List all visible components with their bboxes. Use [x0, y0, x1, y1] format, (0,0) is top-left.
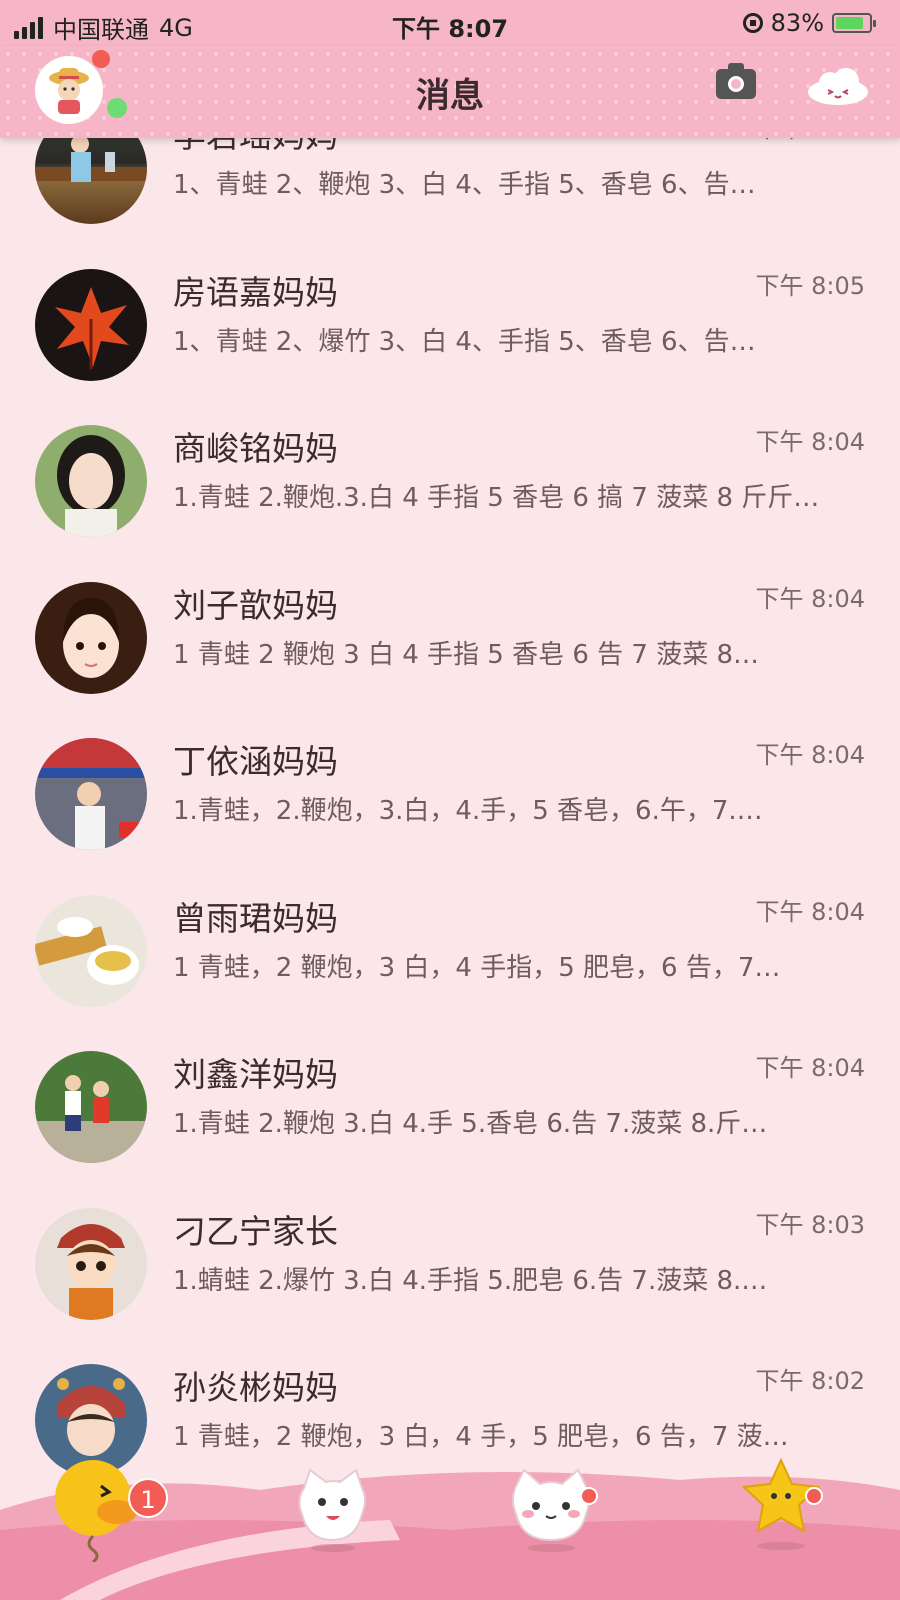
message-list: 李若瑶妈妈 下午 8:05 1、青蛙 2、鞭炮 3、白 4、手指 5、香皂 6、… [0, 110, 900, 1505]
contact-name: 曾雨珺妈妈 [173, 898, 338, 938]
list-item[interactable]: 刁乙宁家长 下午 8:03 1.蜻蛙 2.爆竹 3.白 4.手指 5.肥皂 6.… [0, 1192, 900, 1349]
list-item[interactable]: 房语嘉妈妈 下午 8:05 1、青蛙 2、爆竹 3、白 4、手指 5、香皂 6、… [0, 253, 900, 410]
favorites-notification-dot [805, 1487, 823, 1505]
list-item[interactable]: 刘子歆妈妈 下午 8:04 1 青蛙 2 鞭炮 3 白 4 手指 5 香皂 6 … [0, 566, 900, 723]
list-item[interactable]: 曾雨珺妈妈 下午 8:04 1 青蛙，2 鞭炮，3 白，4 手指，5 肥皂，6 … [0, 879, 900, 1036]
contact-name: 孙炎彬妈妈 [173, 1368, 338, 1407]
tab-explore[interactable] [510, 1464, 592, 1554]
header: 消息 [0, 46, 900, 138]
avatar [35, 268, 147, 381]
profile-notification-dot [92, 50, 110, 68]
avatar [35, 1207, 147, 1320]
message-preview: 1.青蛙 2.鞭炮.3.白 4 手指 5 香皂 6 搞 7 菠菜 8 斤斤… [173, 483, 820, 513]
unread-count-badge: 1 [128, 1478, 168, 1518]
avatar [35, 894, 147, 1007]
contact-name: 刁乙宁家长 [173, 1211, 338, 1251]
message-preview: 1、青蛙 2、爆竹 3、白 4、手指 5、香皂 6、告… [173, 326, 756, 357]
list-item[interactable]: 刘鑫洋妈妈 下午 8:04 1.青蛙 2.鞭炮 3.白 4.手 5.香皂 6.告… [0, 1035, 900, 1192]
message-preview: 1 青蛙 2 鞭炮 3 白 4 手指 5 香皂 6 告 7 菠菜 8… [173, 639, 760, 670]
tab-contacts[interactable] [296, 1464, 370, 1554]
battery-percent: 83% [770, 9, 824, 37]
message-preview: 1.青蛙 2.鞭炮 3.白 4.手 5.香皂 6.告 7.菠菜 8.斤… [173, 1109, 768, 1139]
message-time: 下午 8:04 [755, 584, 865, 613]
cat-face-icon [512, 1468, 590, 1552]
message-time: 下午 8:04 [755, 741, 865, 769]
message-preview: 1 青蛙，2 鞭炮，3 白，4 手，5 肥皂，6 告，7 菠… [173, 1422, 789, 1452]
contact-name: 刘鑫洋妈妈 [173, 1055, 338, 1094]
explore-notification-dot [580, 1487, 598, 1505]
avatar [35, 1051, 147, 1163]
avatar [35, 738, 147, 850]
cloud-icon[interactable] [806, 68, 870, 106]
message-preview: 1 青蛙，2 鞭炮，3 白，4 手指，5 肥皂，6 告，7… [173, 952, 781, 983]
cat-face-icon [298, 1468, 366, 1552]
message-preview: 1、青蛙 2、鞭炮 3、白 4、手指 5、香皂 6、告… [173, 170, 756, 200]
contact-name: 商峻铭妈妈 [173, 429, 338, 468]
page-title: 消息 [416, 76, 484, 116]
message-preview: 1.青蛙，2.鞭炮，3.白，4.手，5 香皂，6.午，7.… [173, 796, 763, 826]
contact-name: 刘子歆妈妈 [173, 585, 338, 625]
rotation-lock-icon [742, 13, 763, 33]
list-item[interactable]: 商峻铭妈妈 下午 8:04 1.青蛙 2.鞭炮.3.白 4 手指 5 香皂 6 … [0, 409, 900, 566]
camera-icon[interactable] [716, 63, 756, 99]
status-bar: 中国联通 4G 下午 8:07 83% [0, 0, 900, 46]
avatar [35, 581, 147, 694]
message-time: 下午 8:02 [755, 1367, 865, 1395]
message-time: 下午 8:05 [755, 271, 865, 300]
status-right: 83% [742, 9, 876, 37]
message-time: 下午 8:03 [755, 1210, 865, 1239]
list-item[interactable]: 丁依涵妈妈 下午 8:04 1.青蛙，2.鞭炮，3.白，4.手，5 香皂，6.午… [0, 722, 900, 879]
message-time: 下午 8:04 [755, 897, 865, 926]
contact-name: 房语嘉妈妈 [173, 272, 338, 312]
message-preview: 1.蜻蛙 2.爆竹 3.白 4.手指 5.肥皂 6.告 7.菠菜 8.… [173, 1265, 768, 1296]
avatar [35, 425, 147, 537]
contact-name: 丁依涵妈妈 [173, 742, 338, 781]
message-time: 下午 8:04 [755, 428, 865, 456]
message-time: 下午 8:04 [755, 1054, 865, 1082]
battery-icon [832, 13, 876, 33]
